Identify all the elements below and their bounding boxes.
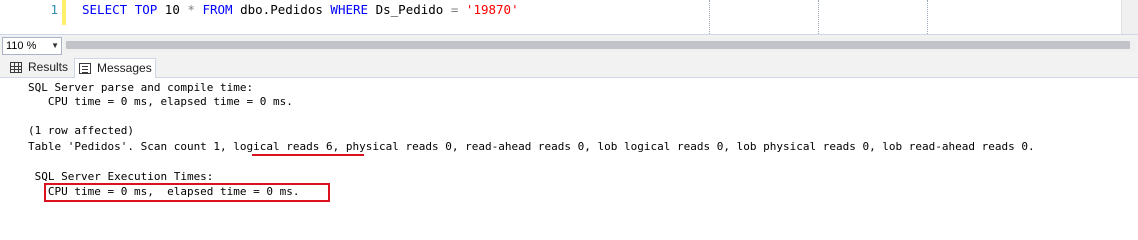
top-count: 10 (164, 2, 180, 17)
tab-label: Results (28, 60, 69, 74)
chevron-down-icon[interactable]: ▼ (51, 38, 59, 54)
keyword-top: TOP (134, 2, 158, 17)
equals-operator: = (450, 2, 459, 17)
keyword-select: SELECT (82, 2, 128, 17)
tab-messages[interactable]: Messages (74, 58, 156, 79)
logical-reads-underline (252, 154, 364, 156)
tab-label: Messages (97, 61, 152, 75)
editor-status-row: 110 % ▼ (0, 34, 1138, 57)
sql-code-line[interactable]: SELECT TOP 10 * FROM dbo.Pedidos WHERE D… (82, 2, 519, 18)
message-icon (79, 63, 91, 74)
messages-panel[interactable]: SQL Server parse and compile time: CPU t… (0, 78, 1138, 215)
editor-vertical-scrollbar[interactable] (1121, 0, 1138, 34)
grid-icon (10, 62, 22, 73)
current-line-indicator (62, 0, 66, 25)
table-name: dbo.Pedidos (240, 2, 323, 17)
line-number: 1 (50, 2, 58, 17)
column-name: Ds_Pedido (375, 2, 444, 17)
execution-time-highlight-box (44, 183, 330, 202)
results-tabs: Results Messages (0, 56, 1138, 79)
message-line: CPU time = 0 ms, elapsed time = 0 ms. (28, 95, 293, 108)
keyword-where: WHERE (330, 2, 369, 17)
message-line: SQL Server parse and compile time: (28, 81, 254, 94)
zoom-dropdown[interactable]: 110 % ▼ (2, 37, 62, 55)
indent-guide (818, 0, 819, 34)
scrollbar-thumb[interactable] (66, 41, 1130, 49)
message-line: SQL Server Execution Times: (28, 170, 214, 183)
zoom-value: 110 % (6, 40, 37, 52)
message-line: (1 row affected) (28, 124, 134, 137)
editor-horizontal-scrollbar[interactable] (64, 38, 1136, 52)
message-line: Table 'Pedidos'. Scan count 1, logical r… (28, 140, 1035, 153)
indent-guide (709, 0, 710, 34)
star-operator: * (187, 2, 195, 17)
string-literal: '19870' (465, 2, 519, 17)
query-editor[interactable]: 1 SELECT TOP 10 * FROM dbo.Pedidos WHERE… (0, 0, 1138, 34)
keyword-from: FROM (202, 2, 233, 17)
indent-guide (927, 0, 928, 34)
tab-results[interactable]: Results (6, 58, 72, 77)
